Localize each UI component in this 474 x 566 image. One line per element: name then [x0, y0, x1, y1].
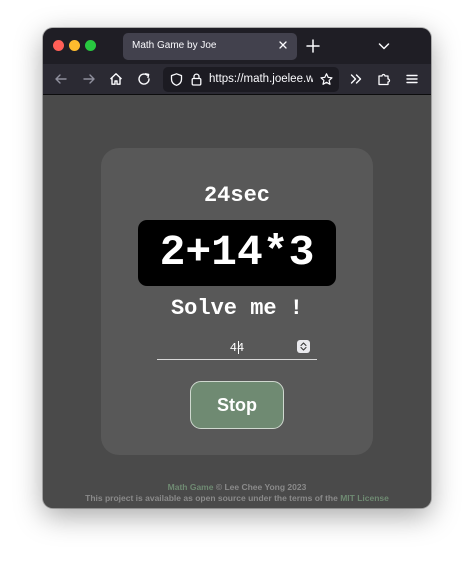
arrow-right-icon[interactable]	[81, 71, 97, 87]
puzzle-icon[interactable]	[376, 71, 392, 87]
lock-icon[interactable]	[189, 72, 204, 87]
arrow-left-icon[interactable]	[53, 71, 69, 87]
url-text[interactable]: https://math.joelee.w	[209, 73, 313, 85]
home-icon[interactable]	[108, 71, 124, 87]
page-footer: Math Game © Lee Chee Yong 2023 This proj…	[43, 482, 431, 504]
solve-prompt: Solve me !	[170, 296, 304, 321]
answer-field-wrapper	[157, 336, 317, 360]
answer-input[interactable]	[157, 338, 317, 358]
copyright-text: © Lee Chee Yong 2023	[213, 482, 307, 492]
hamburger-menu-icon[interactable]	[404, 71, 420, 87]
timer-display: 24sec	[203, 183, 270, 208]
tab-math-game[interactable]: Math Game by Joe	[123, 33, 297, 60]
stop-button[interactable]: Stop	[190, 381, 284, 429]
star-icon[interactable]	[319, 72, 334, 87]
page-content: 24sec 2+14*3 Solve me ! Stop Math Game ©…	[43, 95, 431, 508]
chevrons-right-icon[interactable]	[348, 71, 364, 87]
maximize-window-button[interactable]	[85, 40, 96, 51]
plus-icon[interactable]	[305, 38, 321, 54]
close-window-button[interactable]	[53, 40, 64, 51]
close-icon[interactable]	[276, 38, 290, 52]
app-name-link[interactable]: Math Game	[168, 482, 214, 492]
browser-window: Math Game by Joe https://math.joelee.w 2…	[43, 28, 431, 508]
minimize-window-button[interactable]	[69, 40, 80, 51]
footer-line-2: This project is available as open source…	[43, 493, 431, 504]
equation-text: 2+14*3	[159, 228, 315, 277]
license-text: This project is available as open source…	[85, 493, 341, 503]
tab-bar: Math Game by Joe	[43, 28, 431, 64]
mit-license-link[interactable]: MIT License	[340, 493, 389, 503]
footer-line-1: Math Game © Lee Chee Yong 2023	[43, 482, 431, 493]
number-spinner-icon[interactable]	[297, 340, 310, 353]
tab-title: Math Game by Joe	[132, 40, 217, 51]
shield-icon[interactable]	[169, 72, 184, 87]
address-bar[interactable]: https://math.joelee.w	[163, 67, 339, 92]
text-caret	[238, 341, 239, 354]
navigation-toolbar: https://math.joelee.w	[43, 64, 431, 95]
chevron-down-icon[interactable]	[377, 39, 391, 53]
equation-box: 2+14*3	[138, 220, 336, 286]
reload-icon[interactable]	[136, 71, 152, 87]
game-card: 24sec 2+14*3 Solve me ! Stop	[101, 148, 373, 455]
